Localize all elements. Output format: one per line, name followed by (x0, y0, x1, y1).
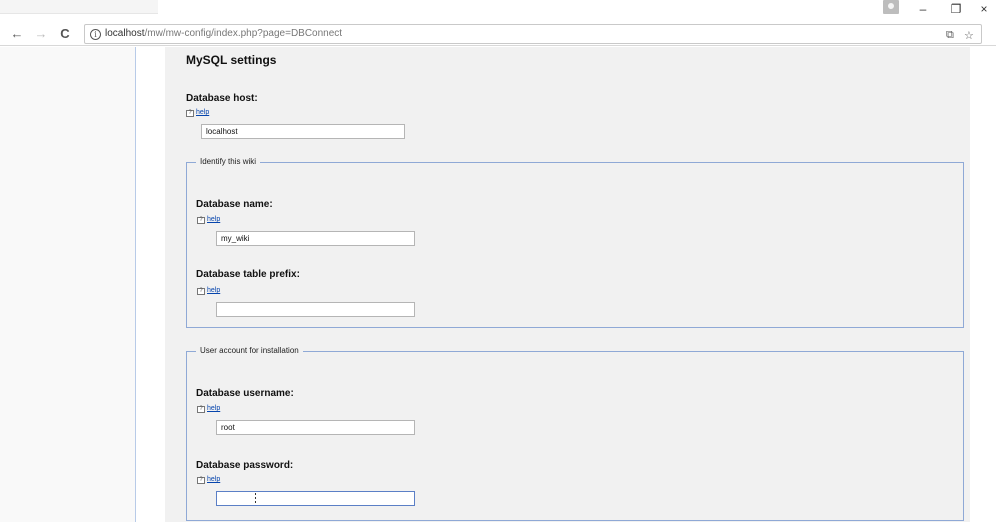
user-account-legend: User account for installation (196, 346, 303, 355)
site-info-icon[interactable]: i (90, 29, 101, 40)
identify-wiki-legend: Identify this wiki (196, 157, 261, 166)
translate-icon[interactable]: ⧉ (946, 29, 954, 42)
address-bar-url: localhost/mw/mw-config/index.php?page=DB… (105, 28, 342, 39)
browser-toolbar: ← → C i localhost/mw/mw-config/index.php… (0, 22, 996, 46)
back-button[interactable]: ← (9, 26, 25, 42)
db-username-input[interactable]: root (216, 420, 415, 435)
db-name-input[interactable]: my_wiki (216, 231, 415, 246)
close-window-button[interactable]: × (977, 1, 991, 17)
db-password-label: Database password: (196, 460, 294, 471)
db-name-label: Database name: (196, 199, 273, 210)
browser-tab[interactable] (0, 0, 158, 14)
help-icon: ? (197, 217, 205, 224)
help-icon: ? (197, 477, 205, 484)
address-bar[interactable]: i localhost/mw/mw-config/index.php?page=… (84, 24, 982, 44)
help-icon: ? (197, 288, 205, 295)
page: MySQL settings Database host: ? help loc… (0, 47, 996, 522)
forward-button[interactable]: → (33, 26, 49, 42)
mysql-settings-panel: MySQL settings Database host: ? help loc… (165, 47, 970, 522)
window-titlebar: – ❐ × (0, 0, 996, 18)
reload-button[interactable]: C (57, 26, 73, 42)
db-prefix-help-link[interactable]: help (207, 287, 220, 294)
bookmark-star-icon[interactable]: ☆ (964, 29, 974, 42)
db-prefix-label: Database table prefix: (196, 269, 300, 280)
profile-icon[interactable] (883, 0, 899, 14)
help-icon: ? (186, 110, 194, 117)
text-cursor (255, 493, 256, 504)
url-path: /mw/mw-config/index.php?page=DBConnect (144, 28, 343, 39)
minimize-button[interactable]: – (916, 1, 930, 17)
db-host-label: Database host: (186, 93, 258, 104)
db-password-help-link[interactable]: help (207, 476, 220, 483)
db-username-label: Database username: (196, 388, 294, 399)
page-title: MySQL settings (186, 53, 277, 67)
db-host-help-link[interactable]: help (196, 109, 209, 116)
db-host-input[interactable]: localhost (201, 124, 405, 139)
db-name-help-link[interactable]: help (207, 216, 220, 223)
restore-button[interactable]: ❐ (949, 1, 963, 17)
db-prefix-input[interactable] (216, 302, 415, 317)
url-host: localhost (105, 28, 145, 39)
db-password-input[interactable] (216, 491, 415, 506)
help-icon: ? (197, 406, 205, 413)
db-username-help-link[interactable]: help (207, 405, 220, 412)
sidebar (0, 47, 136, 522)
